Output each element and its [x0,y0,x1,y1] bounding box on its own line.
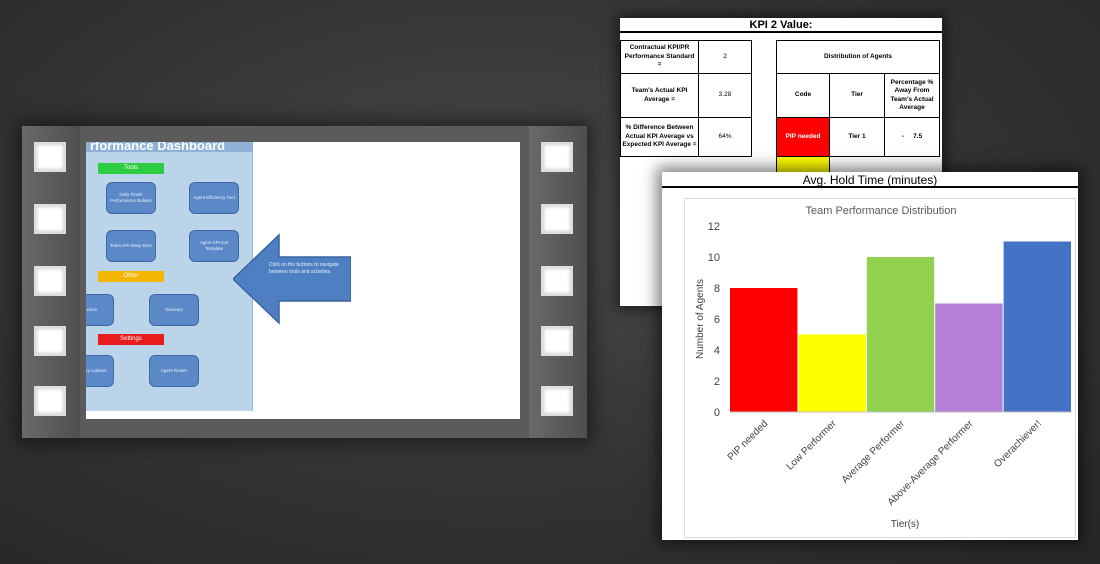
y-tick-label: 10 [708,252,720,264]
y-tick-label: 12 [708,221,720,233]
film-hole [541,204,573,234]
y-tick-label: 8 [714,283,720,295]
dashboard-panel: rformance Dashboard Tools Other Settings… [86,142,253,411]
nav-button-agent-roster[interactable]: Agent Roster [149,355,199,387]
film-hole [541,326,573,356]
category-other: Other [98,271,164,282]
bar [730,288,798,412]
bar-chart: Team Performance Distribution 0 2 4 6 8 10 12 Nu… [695,205,1072,530]
chart-title: Team Performance Distribution [805,205,956,217]
distribution-title: Distribution of Agents [776,40,940,74]
film-hole [34,142,66,172]
video-frame: rformance Dashboard Tools Other Settings… [86,142,520,419]
nav-button-accuracy[interactable]: Accuracy culation [86,355,114,387]
kpi-row-label: % Difference Between Actual KPI Average … [620,117,699,157]
kpi-row-value: 3.28 [698,73,752,118]
x-tick-label: Average Performer [840,418,908,486]
film-hole [541,142,573,172]
arrow-instruction: Click on the buttons to navigate between… [269,262,339,275]
left-arrow-icon [233,233,351,325]
category-tools: Tools [98,163,164,174]
kpi-title: KPI 2 Value: [620,18,942,33]
film-hole [34,326,66,356]
film-hole [34,204,66,234]
chart-area: Team Performance Distribution 0 2 4 6 8 10 12 Nu… [684,198,1076,538]
film-hole [541,266,573,296]
bar [1003,241,1071,412]
nav-button-glossary[interactable]: Glossary [149,294,199,326]
film-left-perforations [22,126,80,438]
y-tick-label: 0 [714,407,720,419]
panel-title: rformance Dashboard [86,142,253,152]
distribution-tier: Tier 1 [829,117,885,157]
distribution-header-pct: Percentage % Away From Team's Actual Ave… [884,73,940,118]
hold-time-label: Avg. Hold Time (minutes) [662,172,1078,188]
category-settings: Settings [98,334,164,345]
y-tick-label: 6 [714,314,720,326]
kpi-row-label: Team's Actual KPI Average = [620,73,699,118]
film-hole [34,266,66,296]
distribution-header-tier: Tier [829,73,885,118]
distribution-code-pip: PIP needed [776,117,830,157]
x-tick-label: PIP needed [726,418,771,463]
nav-button-introduction[interactable]: al uction [86,294,114,326]
y-axis-label: Number of Agents [695,279,706,359]
distribution-pct: - 7.5 [884,117,940,157]
film-right-perforations [529,126,587,438]
x-tick-label: Low Performer [785,418,840,473]
kpi-row-label: Contractual KPI/PR Performance Standard … [620,40,699,74]
video-thumbnail[interactable]: rformance Dashboard Tools Other Settings… [22,126,587,438]
distribution-header-code: Code [776,73,830,118]
x-tick-label: Overachiever! [992,418,1044,470]
nav-button-agent-kpi[interactable]: Agent KPI Dot Template [189,230,239,262]
bar [798,334,866,412]
nav-button-daily-finish[interactable]: Daily Finish Performance Bulletin [106,182,156,214]
x-axis-label: Tier(s) [891,519,920,530]
kpi-row-value: 2 [698,40,752,74]
nav-button-team-kpi[interactable]: Team KPI Deep Dive [106,230,156,262]
chart-card: Avg. Hold Time (minutes) Team Performanc… [662,172,1078,540]
nav-button-agent-efficiency[interactable]: Agent Efficiency Tool [189,182,239,214]
film-hole [34,386,66,416]
kpi-row-value: 64% [698,117,752,157]
bar [866,257,935,412]
film-hole [541,386,573,416]
bar [935,303,1003,412]
y-tick-label: 2 [714,376,720,388]
y-tick-label: 4 [714,345,720,357]
